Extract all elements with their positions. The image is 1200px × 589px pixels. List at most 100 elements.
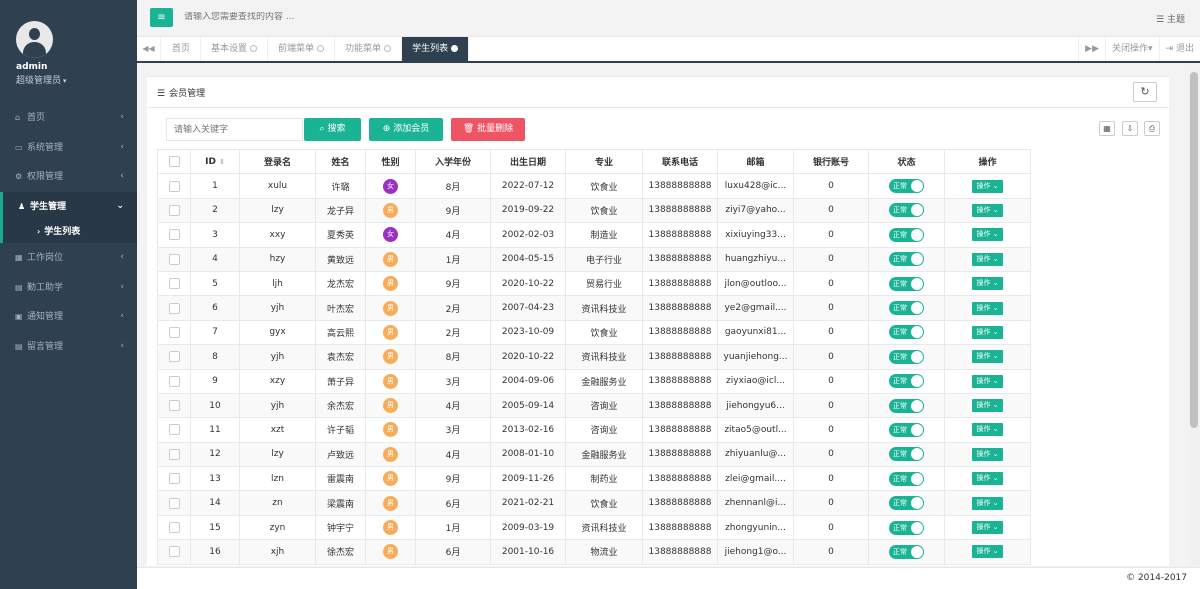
row-checkbox[interactable]: [157, 319, 191, 346]
status-toggle[interactable]: 正常: [889, 447, 924, 462]
row-actions-dropdown[interactable]: 操作 ⌄: [972, 203, 1003, 217]
scrollbar-thumb[interactable]: [1190, 72, 1198, 428]
export-button[interactable]: ⇩: [1122, 121, 1138, 136]
row-actions-dropdown[interactable]: 操作 ⌄: [972, 325, 1003, 339]
status-toggle[interactable]: 正常: [889, 227, 924, 242]
sidebar-item-notices[interactable]: ▣ 通知管理 ‹: [0, 302, 137, 332]
row-checkbox[interactable]: [157, 344, 191, 370]
status-toggle[interactable]: 正常: [889, 496, 924, 511]
table-row[interactable]: 12 lzy 卢致远 男 4月 2008-01-10 金融服务业 13888888888 zhi…: [157, 441, 1031, 468]
row-actions-dropdown[interactable]: 操作 ⌄: [972, 374, 1003, 388]
header-id[interactable]: ID ⇕: [190, 148, 240, 175]
table-row[interactable]: 13 lzn 雷震南 男 9月 2009-11-26 制药业 13888888888 zlei@…: [157, 466, 1031, 492]
status-toggle[interactable]: 正常: [889, 422, 924, 437]
row-actions-dropdown[interactable]: 操作 ⌄: [972, 301, 1003, 315]
close-icon[interactable]: [250, 45, 258, 52]
status-toggle[interactable]: 正常: [889, 203, 924, 218]
row-checkbox[interactable]: [157, 368, 191, 394]
row-actions-dropdown[interactable]: 操作 ⌄: [972, 447, 1003, 461]
row-actions-dropdown[interactable]: 操作 ⌄: [972, 399, 1003, 413]
table-row[interactable]: 6 yjh 叶杰宏 男 2月 2007-04-23 资讯科技业 13888888888 ye2@…: [157, 295, 1031, 321]
sidebar-subitem-student-list[interactable]: › 学生列表: [0, 221, 137, 243]
status-toggle[interactable]: 正常: [889, 398, 924, 413]
row-checkbox[interactable]: [157, 246, 191, 272]
row-checkbox[interactable]: [157, 392, 191, 419]
search-button[interactable]: ⌕ 搜索: [304, 118, 361, 141]
table-row[interactable]: 15 zyn 钟宇宁 男 1月 2009-03-19 资讯科技业 13888888888 zho…: [157, 514, 1031, 541]
refresh-button[interactable]: ↻: [1133, 82, 1157, 102]
row-checkbox[interactable]: [157, 222, 191, 248]
row-actions-dropdown[interactable]: 操作 ⌄: [972, 179, 1003, 193]
table-row[interactable]: 4 hzy 黄致远 男 1月 2004-05-15 电子行业 13888888888 huang…: [157, 246, 1031, 272]
close-icon[interactable]: [451, 45, 459, 52]
avatar[interactable]: [16, 21, 53, 58]
menu-toggle-button[interactable]: ≡: [150, 8, 173, 27]
row-actions-dropdown[interactable]: 操作 ⌄: [972, 545, 1003, 559]
print-button[interactable]: ⎙: [1144, 121, 1160, 136]
row-actions-dropdown[interactable]: 操作 ⌄: [972, 496, 1003, 510]
row-checkbox[interactable]: [157, 295, 191, 321]
table-row[interactable]: 14 zn 梁震南 男 6月 2021-02-21 饮食业 13888888888 zhenna…: [157, 490, 1031, 516]
sidebar-item-work-study[interactable]: ▤ 勤工助学 ‹: [0, 273, 137, 303]
close-icon[interactable]: [317, 45, 325, 52]
sidebar-item-permission[interactable]: ⚙ 权限管理 ‹: [0, 162, 137, 192]
status-toggle[interactable]: 正常: [889, 520, 924, 535]
row-checkbox[interactable]: [157, 441, 191, 468]
tab-scroll-left-button[interactable]: ◀◀: [137, 37, 161, 61]
sidebar-item-jobs[interactable]: ▦ 工作岗位 ‹: [0, 243, 137, 273]
row-checkbox[interactable]: [157, 466, 191, 492]
tab-basic-settings[interactable]: 基本设置: [201, 37, 269, 61]
status-toggle[interactable]: 正常: [889, 374, 924, 389]
table-row[interactable]: 1 xulu 许璐 女 8月 2022-07-12 饮食业 13888888888 luxu42…: [157, 173, 1031, 199]
table-row[interactable]: 5 ljh 龙杰宏 男 9月 2020-10-22 贸易行业 13888888888 jlon@…: [157, 270, 1031, 297]
row-actions-dropdown[interactable]: 操作 ⌄: [972, 277, 1003, 291]
tab-function-menu[interactable]: 功能菜单: [335, 37, 403, 61]
sidebar-item-home[interactable]: ⌂ 首页 ‹: [0, 103, 137, 133]
row-actions-dropdown[interactable]: 操作 ⌄: [972, 423, 1003, 437]
row-checkbox[interactable]: [157, 490, 191, 516]
table-row[interactable]: 11 xzt 许子韬 男 3月 2013-02-16 咨询业 13888888888 zitao…: [157, 417, 1031, 443]
add-member-button[interactable]: ⊕ 添加会员: [369, 118, 443, 141]
row-checkbox[interactable]: [157, 270, 191, 297]
row-checkbox[interactable]: [157, 514, 191, 541]
row-checkbox[interactable]: [157, 197, 191, 224]
table-row[interactable]: 9 xzy 萧子异 男 3月 2004-09-06 金融服务业 13888888888 ziyx…: [157, 368, 1031, 394]
table-row[interactable]: 7 gyx 高云熙 男 2月 2023-10-09 饮食业 13888888888 gaoyun…: [157, 319, 1031, 346]
close-icon[interactable]: [384, 45, 392, 52]
row-checkbox[interactable]: [157, 539, 191, 565]
status-toggle[interactable]: 正常: [889, 544, 924, 559]
status-toggle[interactable]: 正常: [889, 325, 924, 340]
status-toggle[interactable]: 正常: [889, 252, 924, 267]
batch-delete-button[interactable]: 🗑 批量删除: [451, 118, 525, 141]
tab-scroll-right-button[interactable]: ▶▶: [1078, 37, 1105, 61]
close-operations-dropdown[interactable]: 关闭操作▾: [1105, 37, 1159, 61]
theme-button[interactable]: ☰ 主题: [1156, 12, 1185, 25]
status-toggle[interactable]: 正常: [889, 276, 924, 291]
tab-frontend-menu[interactable]: 前端菜单: [268, 37, 336, 61]
tab-home[interactable]: 首页: [162, 37, 202, 61]
user-role-dropdown[interactable]: 超级管理员 ▾: [16, 73, 137, 86]
global-search-input[interactable]: [184, 12, 484, 22]
scrollbar[interactable]: [1188, 70, 1200, 567]
row-actions-dropdown[interactable]: 操作 ⌄: [972, 252, 1003, 266]
row-actions-dropdown[interactable]: 操作 ⌄: [972, 228, 1003, 242]
row-checkbox[interactable]: [157, 173, 191, 199]
table-row[interactable]: 2 lzy 龙子异 男 9月 2019-09-22 饮食业 13888888888 ziyi7@…: [157, 197, 1031, 224]
logout-button[interactable]: ⇥ 退出: [1158, 37, 1200, 61]
tab-student-list[interactable]: 学生列表: [402, 37, 470, 61]
status-toggle[interactable]: 正常: [889, 301, 924, 316]
row-actions-dropdown[interactable]: 操作 ⌄: [972, 472, 1003, 486]
table-row[interactable]: 3 xxy 夏秀英 女 4月 2002-02-03 制造业 13888888888 xixiuy…: [157, 222, 1031, 248]
select-all-checkbox[interactable]: [157, 148, 191, 175]
status-toggle[interactable]: 正常: [889, 179, 924, 194]
columns-toggle-button[interactable]: ▦: [1099, 121, 1115, 136]
status-toggle[interactable]: 正常: [889, 349, 924, 364]
sidebar-item-students[interactable]: ♟ 学生管理 ⌄: [0, 191, 137, 221]
table-row[interactable]: 10 yjh 余杰宏 男 4月 2005-09-14 咨询业 13888888888 jieho…: [157, 392, 1031, 419]
sidebar-item-messages[interactable]: ▤ 留言管理 ‹: [0, 332, 137, 362]
table-row[interactable]: 8 yjh 袁杰宏 男 8月 2020-10-22 资讯科技业 13888888888 yuan…: [157, 344, 1031, 370]
keyword-input[interactable]: [166, 118, 303, 141]
row-actions-dropdown[interactable]: 操作 ⌄: [972, 521, 1003, 535]
status-toggle[interactable]: 正常: [889, 471, 924, 486]
sort-icon[interactable]: ⇕: [219, 158, 225, 166]
